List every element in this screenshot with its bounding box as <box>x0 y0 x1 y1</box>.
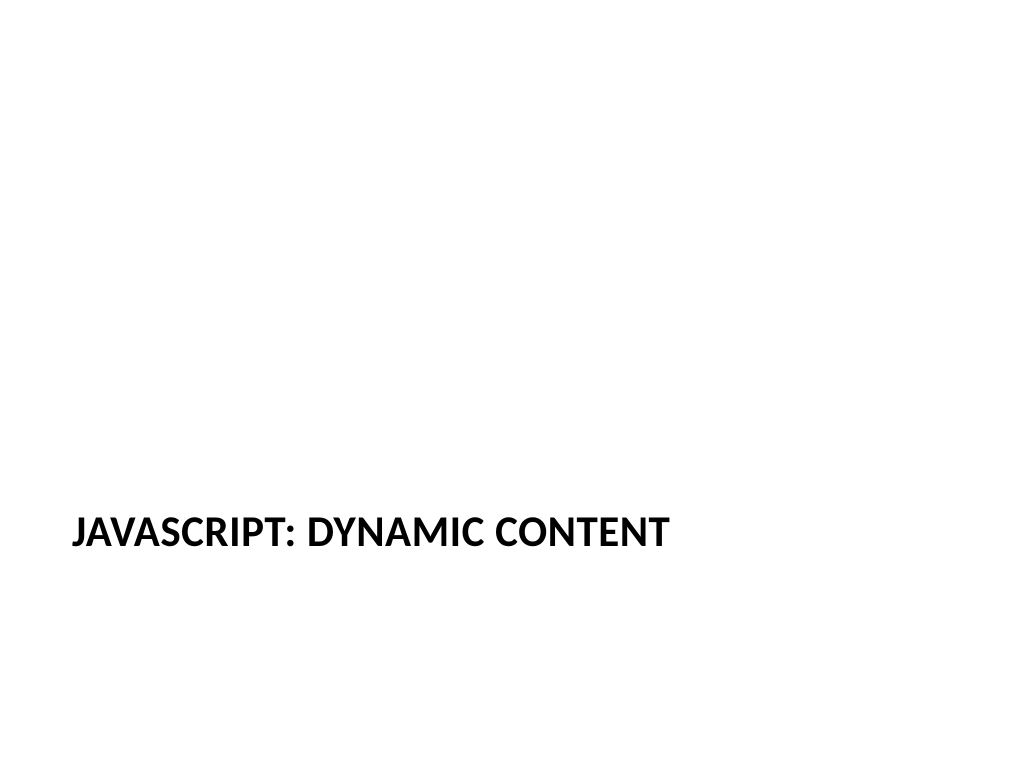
slide-title: JAVASCRIPT: DYNAMIC CONTENT <box>72 505 670 558</box>
